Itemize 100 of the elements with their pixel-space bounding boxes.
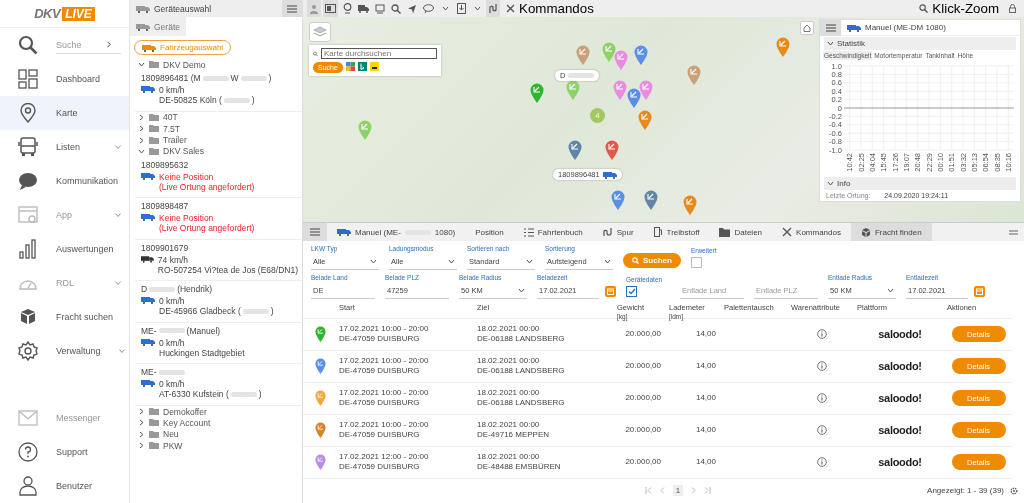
lock-icon[interactable] bbox=[1009, 4, 1016, 13]
lasso-icon[interactable] bbox=[423, 4, 434, 13]
layers-icon[interactable] bbox=[325, 4, 336, 13]
layers-button[interactable] bbox=[309, 22, 331, 42]
map-search-field[interactable]: Karte durchsuchen bbox=[321, 48, 437, 59]
nav-item[interactable]: Support bbox=[0, 435, 129, 469]
settings-icon[interactable] bbox=[1010, 486, 1018, 495]
table-cell-text: DE-47059 DUISBURG bbox=[339, 366, 421, 377]
drag-handle-icon[interactable] bbox=[1009, 229, 1018, 235]
vehicle-tab[interactable]: Manuel (ME- 1080) bbox=[327, 223, 466, 241]
search-icon bbox=[919, 4, 929, 13]
tree-group[interactable]: Demokoffer bbox=[135, 406, 302, 418]
table-cell-text: DE-47059 DUISBURG bbox=[339, 398, 421, 409]
tab[interactable]: Dateien bbox=[709, 223, 773, 241]
square-logo-icon[interactable] bbox=[369, 61, 379, 71]
section-header[interactable]: Statistik bbox=[824, 37, 1016, 50]
section-header[interactable]: Info bbox=[824, 177, 1016, 190]
nav-item[interactable]: Kommunikation bbox=[0, 164, 129, 198]
home-icon bbox=[803, 24, 811, 32]
nav-item[interactable]: Verwaltung bbox=[0, 334, 129, 368]
vehicle-card[interactable]: 1809901679 74 km/h RO-507254 Vi?tea de Jos (E68/DN1) bbox=[135, 240, 302, 282]
table-cell-text: 18.02.2021 00:00 bbox=[477, 388, 541, 399]
panel-title: Geräteauswahl bbox=[154, 3, 212, 14]
vehicle-status: (Live Ortung angefordert) bbox=[159, 182, 255, 192]
truck-icon bbox=[337, 228, 351, 236]
vehicle-card[interactable]: 1809898487 Keine Position (Live Ortung angefordert) bbox=[135, 198, 302, 240]
caret-icon bbox=[604, 259, 611, 265]
toolbar-button[interactable] bbox=[323, 0, 338, 17]
nav-item[interactable]: Benutzer bbox=[0, 469, 129, 503]
truck-icon bbox=[142, 43, 156, 52]
vehicle-name: (Hendrik) bbox=[177, 284, 213, 295]
info-icon[interactable] bbox=[817, 329, 827, 340]
tools-icon bbox=[782, 227, 793, 237]
tab[interactable]: Position bbox=[465, 223, 514, 241]
tab[interactable]: Fahrtenbuch bbox=[513, 223, 593, 241]
tree-group[interactable]: Trailer bbox=[135, 134, 302, 146]
user-icon bbox=[18, 476, 38, 496]
vehicle-card[interactable]: D (Hendrik) 0 km/h DE-45966 Gladbeck ( ) bbox=[135, 281, 302, 323]
tree-group[interactable]: DKV Demo bbox=[135, 59, 302, 71]
tree-group[interactable]: 7.5T bbox=[135, 123, 302, 135]
checkbox[interactable] bbox=[626, 285, 637, 297]
table-cell: 14,00 bbox=[695, 457, 716, 468]
nav-item[interactable]: Fracht suchen bbox=[0, 300, 129, 334]
vehicle-status: RO-507254 Vi?tea de Jos (E68/DN1) bbox=[157, 265, 298, 275]
info-icon[interactable] bbox=[817, 361, 827, 372]
truck-icon bbox=[141, 296, 155, 305]
calendar-button[interactable] bbox=[974, 285, 985, 297]
nav-item[interactable]: Karte bbox=[0, 96, 129, 130]
page-button[interactable]: 1 bbox=[672, 485, 684, 497]
truck-icon bbox=[141, 338, 155, 346]
bus-icon bbox=[18, 137, 38, 157]
caret-icon bbox=[887, 288, 894, 294]
chevron-down-icon[interactable] bbox=[827, 40, 834, 47]
menu-button[interactable] bbox=[303, 223, 327, 241]
commands-button[interactable]: Kommandos bbox=[502, 0, 598, 17]
caret-icon bbox=[370, 259, 377, 265]
nav-item[interactable]: Auswertungen bbox=[0, 232, 129, 266]
tools-icon bbox=[506, 4, 515, 13]
vehicle-card[interactable]: ME- (Manuel) 0 km/h Huckingen Stadtgebiet bbox=[135, 323, 302, 365]
info-icon[interactable] bbox=[817, 393, 827, 404]
tree-group[interactable]: 40T bbox=[135, 111, 302, 124]
info-icon[interactable] bbox=[817, 425, 827, 436]
truck-icon[interactable] bbox=[358, 4, 369, 13]
vehicle-status: DE-45966 Gladbeck ( bbox=[159, 306, 241, 317]
truck-icon bbox=[136, 22, 150, 31]
caret-icon[interactable] bbox=[473, 6, 481, 11]
home-button[interactable] bbox=[800, 21, 814, 35]
table-cell-text: DE-49716 MEPPEN bbox=[477, 430, 551, 441]
folder-icon bbox=[719, 227, 731, 237]
nav-item[interactable]: Dashboard bbox=[0, 62, 129, 96]
table-cell: 14,00 bbox=[695, 329, 716, 340]
tab[interactable]: Kommandos bbox=[772, 223, 851, 241]
vehicle-card[interactable]: 1809895632 Keine Position (Live Ortung angefordert) bbox=[135, 157, 302, 199]
tree-group[interactable]: PKW bbox=[135, 439, 302, 452]
chevron-down-icon[interactable] bbox=[138, 61, 145, 69]
click-zoom-button[interactable]: Klick-Zoom bbox=[915, 0, 1003, 17]
vehicle-card[interactable]: 1809896481 (M W ) 0 km/h DE-50825 Köln ( ) bbox=[135, 70, 302, 112]
tree-group[interactable]: Key Account bbox=[135, 417, 302, 429]
table-cell-text: DE-47059 DUISBURG bbox=[339, 430, 421, 441]
menu-button[interactable] bbox=[820, 19, 841, 36]
calendar-button[interactable] bbox=[605, 285, 616, 297]
tree-group[interactable]: DKV Sales bbox=[135, 145, 302, 157]
info-icon[interactable] bbox=[817, 457, 827, 468]
chevron-right-icon bbox=[106, 41, 112, 48]
tab[interactable]: Treibstoff bbox=[643, 223, 710, 241]
caret-icon[interactable] bbox=[441, 6, 449, 11]
chevron-down-icon[interactable] bbox=[827, 180, 834, 187]
tree-group[interactable]: Neu bbox=[135, 428, 302, 440]
menu-button[interactable] bbox=[282, 0, 302, 17]
b-logo-icon[interactable] bbox=[357, 61, 367, 71]
vehicle-card[interactable]: ME- 0 km/h AT-6330 Kufstein ( ) bbox=[135, 364, 302, 406]
vehicle-status: Huckingen Stadtgebiet bbox=[159, 348, 245, 358]
table-cell: 20.000,00 bbox=[625, 393, 661, 404]
tab[interactable]: Fracht finden bbox=[850, 223, 932, 241]
tab[interactable]: Geräte bbox=[130, 17, 186, 36]
table-cell-text: 18.02.2021 00:00 bbox=[477, 420, 541, 431]
nav-item[interactable]: Listen bbox=[0, 130, 129, 164]
tab[interactable]: Spur bbox=[592, 223, 644, 241]
chevron-down-icon[interactable] bbox=[138, 147, 145, 155]
checkbox[interactable] bbox=[690, 256, 702, 268]
